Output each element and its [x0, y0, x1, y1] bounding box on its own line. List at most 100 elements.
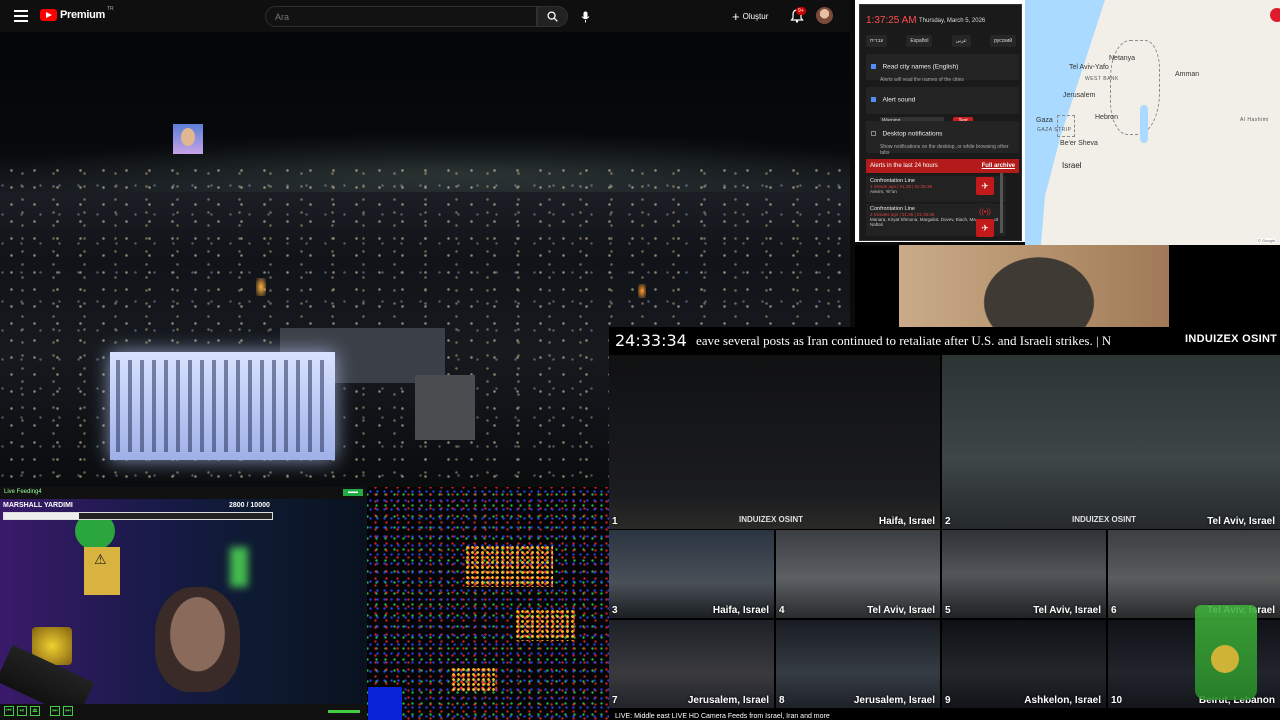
camera-feed-6[interactable]: 6 Tel Aviv, Israel — [1108, 530, 1280, 618]
create-label: Oluştur — [742, 12, 769, 21]
camera-number: 7 — [612, 695, 618, 706]
person-figure — [969, 245, 1109, 327]
option-city-names: Read city names (English) Alerts will re… — [866, 54, 1019, 83]
osint-camera-grid[interactable]: 24:33:34 eave several posts as Iran cont… — [609, 327, 1280, 720]
streamer-webcam[interactable]: Live Feeding4 ▬▬ MARSHALL YARDIMI 2800 /… — [0, 487, 367, 720]
map-label: Israel — [1062, 161, 1082, 170]
camera-feed-2[interactable]: INDUIZEX OSINT 2 Tel Aviv, Israel — [942, 355, 1280, 529]
map-label: Gaza — [1036, 117, 1053, 124]
language-button-hebrew[interactable]: עברית — [866, 35, 888, 47]
control-button[interactable]: ⏯ — [17, 706, 27, 716]
language-button-spanish[interactable]: Español — [906, 35, 933, 47]
live-label: Live Feeding4 — [4, 489, 42, 495]
camera-number: 8 — [779, 695, 785, 706]
camera-label: Tel Aviv, Israel — [1033, 605, 1101, 616]
microphone-icon — [581, 11, 590, 22]
alert-map[interactable]: Netanya Tel Aviv-Yafo WEST BANK Jerusale… — [1025, 0, 1280, 245]
glitch-video-panel[interactable] — [367, 487, 609, 720]
city-names-checkbox[interactable] — [871, 64, 876, 70]
alert-marker[interactable] — [1270, 8, 1280, 22]
region-label: TR — [106, 6, 114, 12]
option-alert-sound: Alert sound Warning Test — [866, 87, 1019, 125]
full-archive-link[interactable]: Full archive — [982, 163, 1015, 169]
option-subtitle: Show notifications on the desktop, or wh… — [880, 144, 1009, 156]
desktop-notifications-checkbox[interactable] — [871, 131, 876, 137]
option-desktop-notifications: Desktop notifications Show notifications… — [866, 121, 1019, 156]
map-label: WEST BANK — [1085, 76, 1119, 82]
camera-feed-8[interactable]: 8 Jerusalem, Israel — [776, 620, 940, 708]
youtube-play-icon — [40, 9, 57, 21]
camera-feed-9[interactable]: 9 Ashkelon, Israel — [942, 620, 1106, 708]
plus-icon: + — [732, 9, 740, 24]
control-button[interactable]: ⏮ — [4, 706, 14, 716]
streamer-face — [155, 587, 240, 692]
youtube-logo[interactable]: Premium TR — [40, 6, 114, 21]
camera-number: 5 — [945, 605, 951, 616]
camera-feed-7[interactable]: 7 Jerusalem, Israel — [609, 620, 774, 708]
status-badge: ▬▬ — [343, 489, 363, 496]
camera-feed-3[interactable]: 3 Haifa, Israel — [609, 530, 774, 618]
camera-label: Tel Aviv, Israel — [867, 605, 935, 616]
control-button[interactable]: ⏭ — [63, 706, 73, 716]
alert-panel: 1:37:25 AM Thursday, March 5, 2026 עברית… — [859, 4, 1022, 241]
language-button-russian[interactable]: русский — [990, 35, 1016, 47]
brand-label: Premium — [60, 9, 105, 21]
menu-icon[interactable] — [14, 10, 28, 22]
desktop-composite: Premium TR + Oluştur 9+ 1:37:25 AM Thurs… — [0, 0, 1280, 720]
map-label: Netanya — [1109, 55, 1136, 62]
camera-feed-4[interactable]: 4 Tel Aviv, Israel — [776, 530, 940, 618]
account-avatar[interactable] — [816, 7, 833, 24]
hp-bar — [3, 512, 273, 520]
camera-label: Haifa, Israel — [878, 516, 935, 527]
camera-label: Haifa, Israel — [712, 605, 769, 616]
alert-list-header: Alerts in the last 24 hours Full archive — [866, 159, 1019, 173]
alert-list-scrollbar[interactable] — [1000, 173, 1003, 233]
map-label: Amman — [1175, 71, 1200, 78]
camera-number: 10 — [1111, 695, 1123, 706]
glitch-block — [465, 545, 553, 587]
webcam-header: Live Feeding4 ▬▬ — [0, 487, 367, 499]
alert-list-title: Alerts in the last 24 hours — [870, 163, 938, 169]
camera-feed-1[interactable]: INDUIZEX OSINT 1 Haifa, Israel — [609, 355, 940, 529]
watermark: INDUIZEX OSINT — [739, 515, 804, 524]
control-button[interactable]: ⏏ — [30, 706, 40, 716]
alert-date: Thursday, March 5, 2026 — [919, 18, 986, 24]
map-label: Jerusalem — [1063, 92, 1096, 99]
camera-number: 1 — [612, 516, 618, 527]
language-button-arabic[interactable]: عربى — [951, 35, 971, 47]
alert-sound-checkbox[interactable] — [871, 97, 876, 103]
volume-slider[interactable] — [328, 710, 360, 713]
glitch-block — [515, 609, 575, 641]
camera-label: Jerusalem, Israel — [687, 695, 769, 706]
map-label: GAZA STRIP — [1037, 127, 1072, 133]
gaza-border — [1057, 115, 1075, 137]
camera-label: Jerusalem, Israel — [853, 695, 935, 706]
dead-sea — [1140, 105, 1148, 143]
control-button[interactable]: ⏭ — [50, 706, 60, 716]
camera-label: Ashkelon, Israel — [1024, 695, 1101, 706]
option-title: Desktop notifications — [882, 130, 943, 138]
camera-number: 3 — [612, 605, 618, 616]
hp-bar-fill — [4, 513, 80, 519]
notification-badge: 9+ — [796, 7, 806, 15]
create-button[interactable]: + Oluştur — [732, 8, 768, 25]
person-background — [899, 245, 1169, 327]
search-button[interactable] — [537, 6, 568, 27]
green-light — [230, 547, 248, 587]
voice-search-button[interactable] — [575, 6, 596, 27]
watermark: INDUIZEX OSINT — [1072, 515, 1137, 524]
floating-avatar — [173, 124, 203, 154]
rocket-icon: ✈ — [976, 219, 994, 237]
camera-feed-5[interactable]: 5 Tel Aviv, Israel — [942, 530, 1106, 618]
camera-number: 2 — [945, 516, 951, 527]
map-label: Al Hashimi — [1240, 117, 1269, 123]
person-video-feed[interactable] — [855, 245, 1280, 327]
stream-footer-title: LIVE: Middle east LIVE HD Camera Feeds f… — [615, 713, 830, 720]
glitch-block — [451, 667, 497, 691]
osint-brand: INDUIZEX OSINT — [1181, 333, 1278, 345]
lit-building — [110, 352, 335, 460]
search-input[interactable] — [265, 6, 537, 27]
alert-clock: 1:37:25 AM — [866, 15, 917, 26]
camera-label: Tel Aviv, Israel — [1207, 516, 1275, 527]
search-icon — [547, 11, 558, 22]
